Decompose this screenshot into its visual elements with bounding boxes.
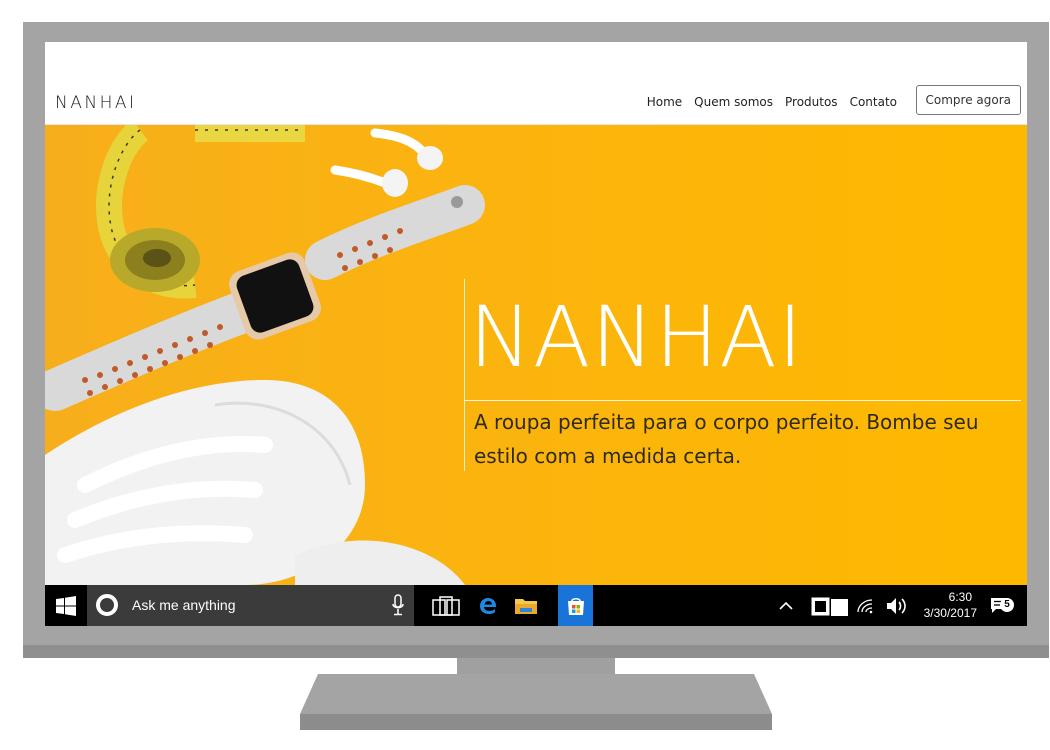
windows-start-icon[interactable]: [45, 585, 87, 626]
sneaker-image: [45, 380, 465, 585]
wifi-icon[interactable]: [853, 585, 877, 626]
nav-link-quem-somos[interactable]: Quem somos: [694, 95, 773, 109]
search-box[interactable]: Ask me anything: [87, 585, 414, 626]
task-view-icon[interactable]: [430, 585, 470, 626]
microphone-icon[interactable]: [392, 594, 404, 616]
file-explorer-icon[interactable]: [508, 585, 544, 626]
nav-links: Home Quem somos Produtos Contato: [647, 95, 897, 109]
notification-count-badge: 5: [1000, 598, 1014, 612]
nav-link-produtos[interactable]: Produtos: [785, 95, 838, 109]
chevron-up-icon[interactable]: [775, 585, 797, 626]
hero-title: NANHAI: [469, 288, 804, 386]
site-brand[interactable]: NANHAI: [55, 93, 137, 113]
screen: NANHAI Home Quem somos Produtos Contato …: [45, 42, 1027, 626]
monitor-stand-base: [300, 674, 772, 730]
hero-tagline: A roupa perfeita para o corpo perfeito. …: [474, 410, 979, 468]
hero-banner: NANHAI A roupa perfeita para o corpo per…: [45, 125, 1027, 585]
hero-image: [45, 125, 485, 585]
tablet-mode-icon[interactable]: [808, 585, 852, 626]
taskbar: Ask me anything 6:30 3/30/2017 5: [45, 585, 1027, 626]
clock-date[interactable]: 3/30/2017: [897, 606, 977, 620]
nav-link-home[interactable]: Home: [647, 95, 682, 109]
nav-link-contato[interactable]: Contato: [850, 95, 897, 109]
store-icon[interactable]: [558, 585, 593, 626]
clock-time[interactable]: 6:30: [892, 590, 972, 604]
monitor-chin: [23, 645, 1049, 658]
earbuds-image: [330, 128, 443, 197]
edge-icon[interactable]: [473, 585, 503, 626]
site-navbar: NANHAI Home Quem somos Produtos Contato …: [45, 81, 1027, 125]
hero-divider-vertical: [464, 279, 465, 471]
compre-agora-button[interactable]: Compre agora: [915, 85, 1021, 115]
search-placeholder: Ask me anything: [132, 597, 236, 613]
cortana-icon[interactable]: [96, 594, 118, 616]
hero-divider-horizontal: [464, 400, 1021, 401]
